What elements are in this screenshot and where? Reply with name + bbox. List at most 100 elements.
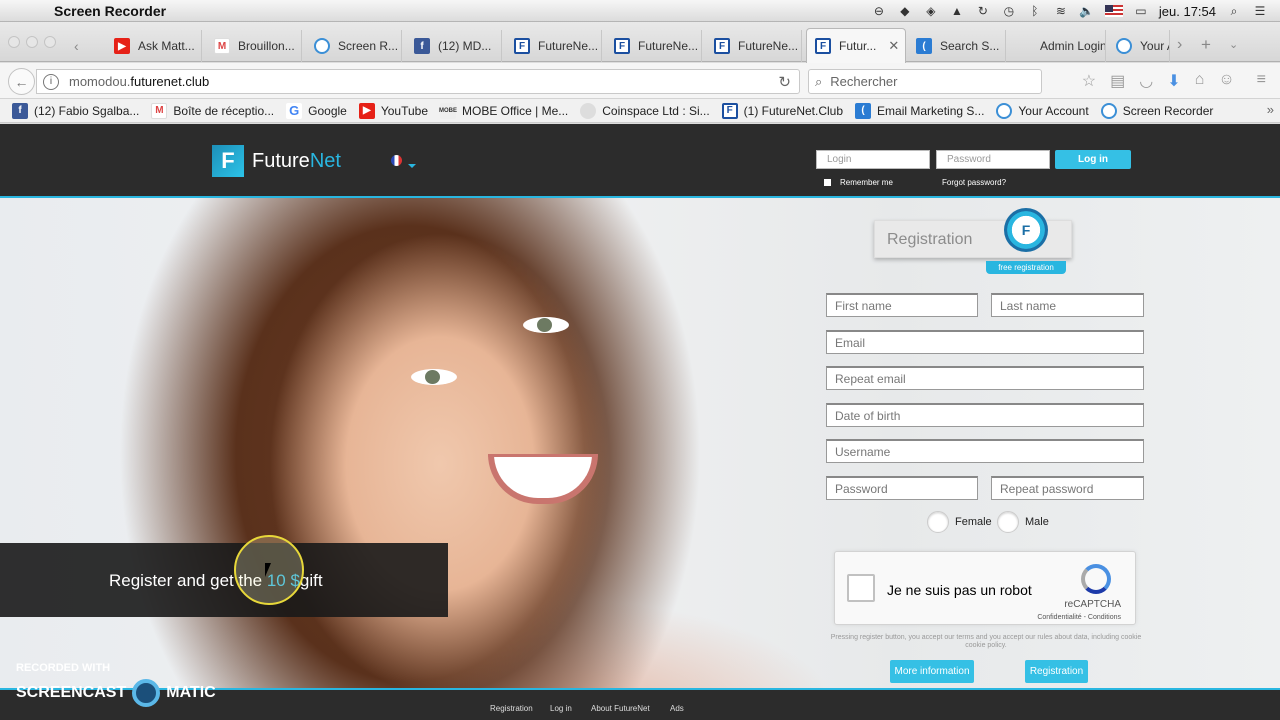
close-tab-icon[interactable]: ✕	[888, 38, 899, 54]
forgot-password-link[interactable]: Forgot password?	[942, 178, 1006, 187]
footer-link-ads[interactable]: Ads	[670, 704, 684, 713]
radio-circle[interactable]	[997, 511, 1019, 533]
bookmarks-library-icon[interactable]: ▤	[1110, 71, 1125, 91]
futurenet-logo[interactable]: F FutureNet	[212, 145, 341, 177]
recaptcha-checkbox[interactable]	[847, 574, 875, 602]
tab[interactable]: f (12) MD...	[406, 30, 502, 62]
home-icon[interactable]: ⌂	[1195, 71, 1205, 91]
screen-recorder-icon	[1116, 38, 1132, 54]
app-menu-title[interactable]: Screen Recorder	[54, 3, 166, 19]
radio-circle[interactable]	[927, 511, 949, 533]
bluetooth-icon[interactable]: ᛒ	[1027, 4, 1043, 18]
bookmark-item[interactable]: Coinspace Ltd : Si...	[580, 102, 710, 119]
bookmark-item[interactable]: MOBE MOBE Office | Me...	[439, 102, 569, 119]
tab-active[interactable]: F Futur... ✕	[806, 28, 906, 63]
login-input[interactable]: Login	[816, 150, 930, 169]
more-information-button[interactable]: More information	[890, 660, 974, 683]
minimize-window-button[interactable]	[26, 36, 38, 48]
new-tab-icon[interactable]: +	[1201, 35, 1211, 55]
tab-label: Brouillon...	[238, 39, 295, 53]
date-of-birth-field[interactable]: Date of birth	[826, 403, 1144, 427]
tab[interactable]: Screen R...	[306, 30, 402, 62]
tab[interactable]: (Search S...	[908, 30, 1006, 62]
password-input[interactable]: Password	[936, 150, 1050, 169]
last-name-field[interactable]: Last name	[991, 293, 1144, 317]
zoom-window-button[interactable]	[44, 36, 56, 48]
french-flag-icon[interactable]	[391, 155, 402, 166]
mouse-pointer-icon	[265, 563, 271, 577]
reload-icon[interactable]: ↻	[778, 73, 791, 91]
recaptcha-brand: reCAPTCHA	[1064, 599, 1121, 610]
url-bar[interactable]: i momodou. futurenet.club ↻	[36, 69, 800, 94]
remember-me[interactable]: Remember me	[824, 178, 893, 187]
bookmark-label: YouTube	[380, 103, 428, 118]
bookmark-item[interactable]: M Boîte de réceptio...	[151, 102, 274, 119]
search-input[interactable]: ⌕ Rechercher	[808, 69, 1042, 94]
username-field[interactable]: Username	[826, 439, 1144, 463]
tab[interactable]: Admin Login	[1008, 30, 1106, 62]
minus-circle-icon[interactable]: ⊖	[871, 4, 887, 18]
close-window-button[interactable]	[8, 36, 20, 48]
drive-icon[interactable]: ▲	[949, 4, 965, 18]
remember-me-checkbox[interactable]	[824, 179, 831, 186]
notification-center-icon[interactable]: ☰	[1252, 4, 1268, 18]
photo-detail	[411, 369, 457, 385]
female-radio[interactable]: Female	[927, 511, 992, 533]
info-icon[interactable]: i	[43, 73, 59, 90]
downloads-icon[interactable]: ⬇	[1167, 71, 1180, 91]
pocket-icon[interactable]: ◡	[1139, 71, 1153, 91]
repeat-password-field[interactable]: Repeat password	[991, 476, 1144, 500]
promo-banner: Register and get the 10 $gift	[0, 543, 448, 617]
bookmark-item[interactable]: G Google	[286, 102, 347, 119]
chevron-down-icon[interactable]	[408, 164, 416, 168]
remember-me-label: Remember me	[840, 178, 893, 187]
bookmarks-overflow-icon[interactable]: »	[1267, 102, 1274, 117]
tabs-scroll-right-icon[interactable]: ›	[1177, 36, 1182, 54]
sync-icon[interactable]: ↻	[975, 4, 991, 18]
time-machine-icon[interactable]: ◷	[1001, 4, 1017, 18]
first-name-field[interactable]: First name	[826, 293, 978, 317]
recaptcha-privacy-link[interactable]: Confidentialité - Conditions	[1037, 614, 1121, 621]
repeat-email-field[interactable]: Repeat email	[826, 366, 1144, 390]
tabs-scroll-left-icon[interactable]: ‹	[74, 38, 79, 54]
footer-link-log-in[interactable]: Log in	[550, 704, 572, 713]
watermark-line1: RECORDED WITH	[16, 662, 111, 674]
tab[interactable]: ▶ Ask Matt...	[106, 30, 202, 62]
macos-menubar: Screen Recorder ⊖ ◆ ◈ ▲ ↻ ◷ ᛒ ≋ 🔈 ▭ jeu.…	[0, 0, 1280, 22]
clock[interactable]: jeu. 17:54	[1159, 4, 1216, 19]
tab[interactable]: F FutureNe...	[706, 30, 802, 62]
site-header: F FutureNet Login Password Log in Rememb…	[0, 124, 1280, 198]
email-field[interactable]: Email	[826, 330, 1144, 354]
volume-icon[interactable]: 🔈	[1079, 4, 1095, 18]
bookmark-item[interactable]: Your Account	[996, 102, 1089, 119]
bookmark-item[interactable]: F (1) FutureNet.Club	[721, 102, 843, 119]
chat-icon[interactable]: ☺	[1218, 71, 1234, 91]
us-flag-icon[interactable]	[1104, 5, 1123, 17]
dropbox-icon[interactable]: ◆	[897, 4, 913, 18]
password-field[interactable]: Password	[826, 476, 978, 500]
back-button[interactable]: ←	[8, 68, 35, 95]
tab[interactable]: F FutureNe...	[606, 30, 702, 62]
log-in-button[interactable]: Log in	[1055, 150, 1131, 169]
registration-button[interactable]: Registration	[1025, 660, 1088, 683]
tab[interactable]: M Brouillon...	[206, 30, 302, 62]
male-label: Male	[1025, 516, 1049, 528]
layers-icon[interactable]: ◈	[923, 4, 939, 18]
battery-icon[interactable]: ▭	[1133, 4, 1149, 18]
bookmark-item[interactable]: ▶ YouTube	[358, 102, 428, 119]
bookmark-label: MOBE Office | Me...	[462, 103, 569, 118]
bookmark-item[interactable]: f (12) Fabio Sgalba...	[12, 102, 139, 119]
wifi-icon[interactable]: ≋	[1053, 4, 1069, 18]
footer-link-about[interactable]: About FutureNet	[591, 704, 650, 713]
menu-icon[interactable]: ≡	[1257, 71, 1266, 91]
tab[interactable]: Your A	[1108, 30, 1170, 62]
spotlight-search-icon[interactable]: ⌕	[1226, 4, 1242, 18]
bookmark-item[interactable]: (Email Marketing S...	[855, 102, 984, 119]
youtube-icon: ▶	[114, 38, 130, 54]
male-radio[interactable]: Male	[997, 511, 1049, 533]
tab[interactable]: F FutureNe...	[506, 30, 602, 62]
footer-link-registration[interactable]: Registration	[490, 704, 533, 713]
bookmark-star-icon[interactable]: ☆	[1082, 71, 1096, 91]
tab-list-icon[interactable]: ⌄	[1229, 38, 1238, 51]
bookmark-item[interactable]: Screen Recorder	[1100, 102, 1213, 119]
